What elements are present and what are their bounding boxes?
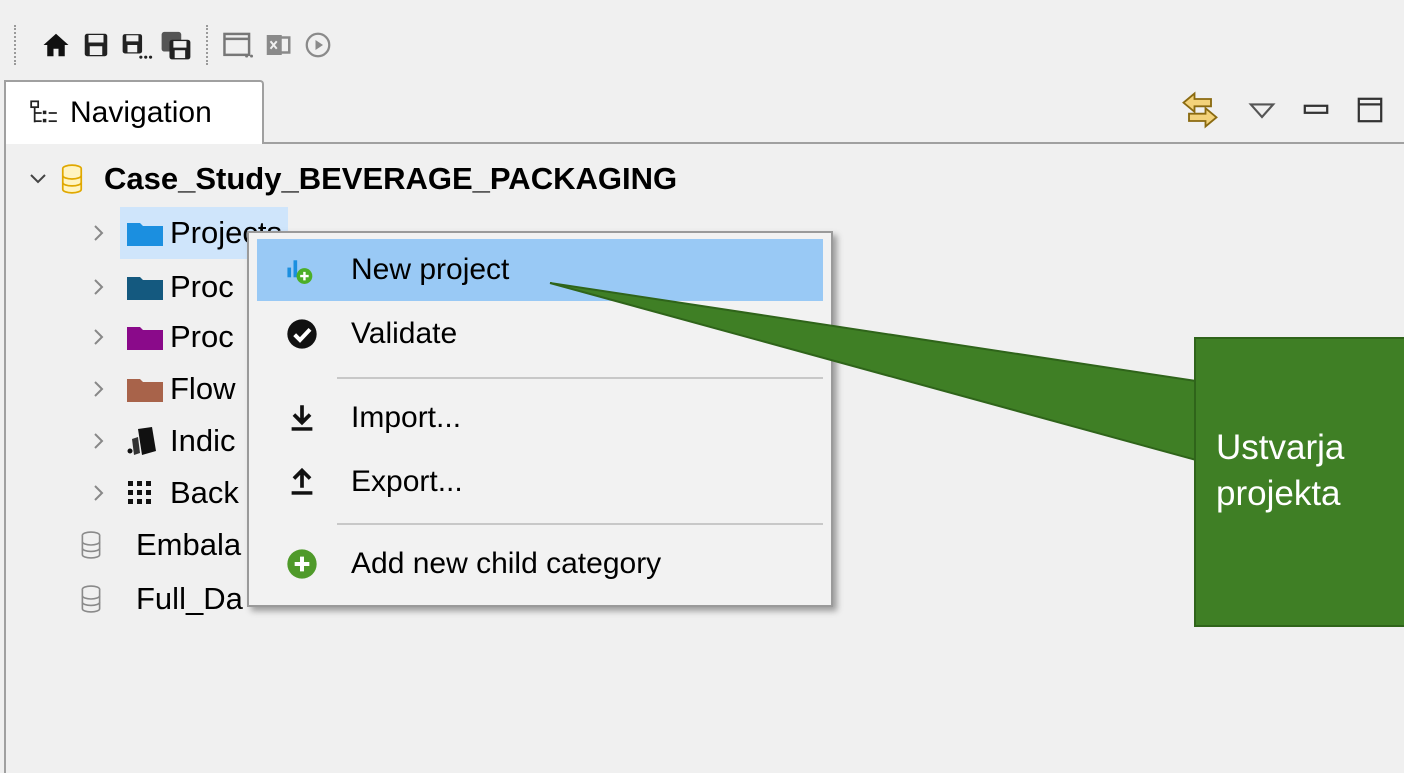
callout-line-2: projekta [1216,474,1341,513]
annotation-callout: Ustvarja projekta [1194,337,1404,627]
callout-line-1: Ustvarja [1216,428,1345,467]
